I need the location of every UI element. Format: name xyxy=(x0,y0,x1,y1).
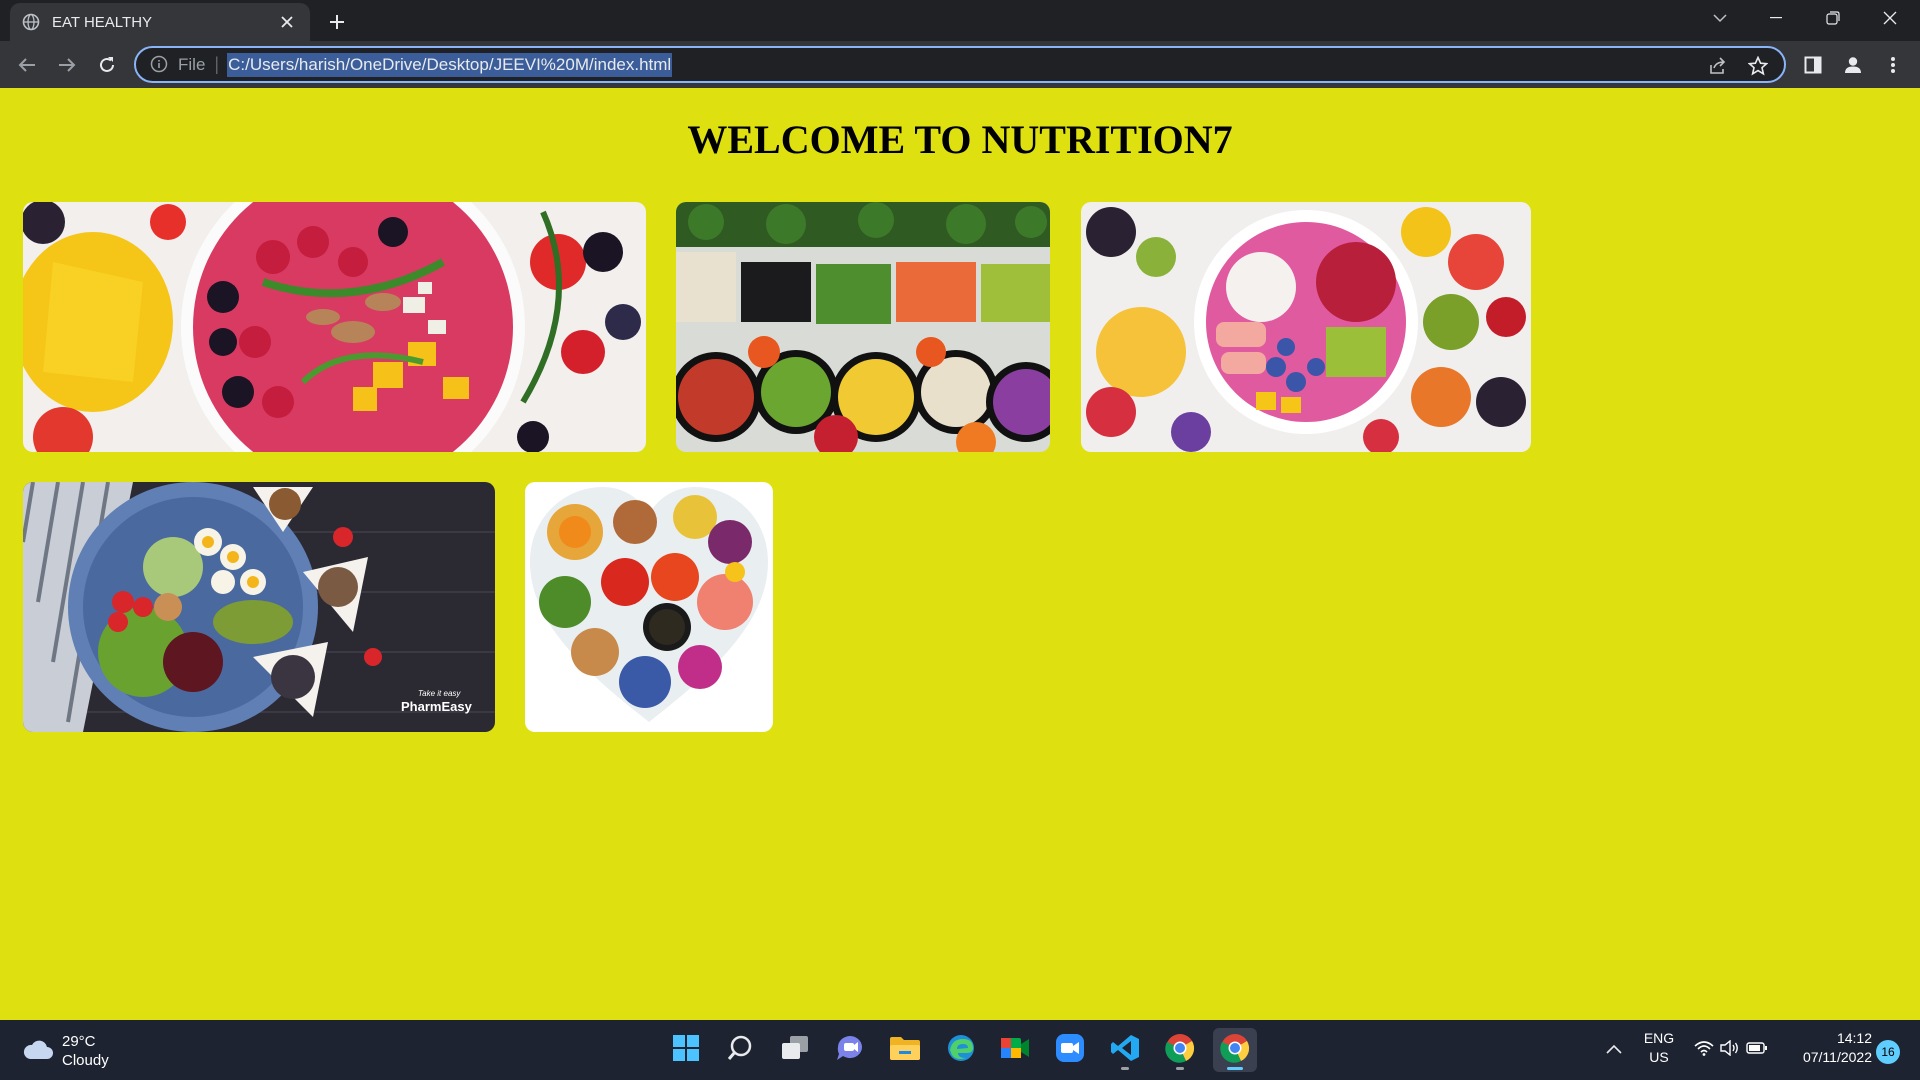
battery-icon xyxy=(1746,1041,1768,1059)
side-panel-icon[interactable] xyxy=(1797,49,1829,81)
chat-icon xyxy=(835,1034,865,1067)
restore-icon[interactable] xyxy=(1805,0,1861,36)
language-code: ENG xyxy=(1643,1030,1675,1046)
clock-time: 14:12 xyxy=(1836,1030,1872,1046)
start-icon xyxy=(672,1034,700,1067)
edge-icon xyxy=(946,1033,976,1068)
quick-settings-button[interactable] xyxy=(1688,1028,1774,1072)
minimize-icon[interactable] xyxy=(1748,0,1804,36)
browser-toolbar: File | C:/Users/harish/OneDrive/Desktop/… xyxy=(0,41,1920,88)
taskbar-search-button[interactable] xyxy=(718,1028,762,1072)
forward-arrow-icon[interactable] xyxy=(51,49,83,81)
close-window-icon[interactable] xyxy=(1862,0,1918,36)
heart-shaped-food-image xyxy=(525,482,773,732)
notification-badge[interactable]: 16 xyxy=(1876,1040,1900,1064)
meet-button[interactable] xyxy=(993,1028,1037,1072)
zoom-icon xyxy=(1055,1033,1085,1068)
show-hidden-icons-button[interactable] xyxy=(1594,1028,1634,1072)
weather-condition: Cloudy xyxy=(62,1052,109,1069)
reload-icon[interactable] xyxy=(91,49,123,81)
zoom-button[interactable] xyxy=(1048,1028,1092,1072)
smoothie-bowl-berries-image xyxy=(23,202,646,452)
tab-title: EAT HEALTHY xyxy=(52,13,153,31)
file-explorer-icon xyxy=(889,1035,921,1066)
web-page: WELCOME TO NUTRITION7 Take it easy Pharm… xyxy=(0,88,1920,1020)
active-indicator xyxy=(1227,1067,1243,1070)
running-indicator xyxy=(1121,1067,1129,1070)
start-button[interactable] xyxy=(664,1028,708,1072)
url-text[interactable]: C:/Users/harish/OneDrive/Desktop/JEEVI%2… xyxy=(227,52,673,77)
task-view-button[interactable] xyxy=(773,1028,817,1072)
file-explorer-button[interactable] xyxy=(883,1028,927,1072)
weather-widget[interactable]: 29°C Cloudy xyxy=(22,1032,109,1070)
running-indicator xyxy=(1176,1067,1184,1070)
vegetable-buffet-image xyxy=(676,202,1050,452)
search-icon xyxy=(726,1034,754,1067)
tab-search-icon[interactable] xyxy=(1692,0,1748,36)
url-scheme-label: File xyxy=(178,54,206,74)
task-view-icon xyxy=(781,1035,809,1066)
volume-icon xyxy=(1720,1039,1740,1061)
vscode-button[interactable] xyxy=(1103,1028,1147,1072)
watermark-tagline: Take it easy xyxy=(418,689,461,698)
cloud-icon xyxy=(22,1038,54,1065)
vscode-icon xyxy=(1110,1033,1140,1068)
region-code: US xyxy=(1649,1049,1669,1065)
close-tab-icon[interactable] xyxy=(276,11,298,33)
chrome-active-icon xyxy=(1220,1033,1250,1068)
profile-icon[interactable] xyxy=(1837,49,1869,81)
weather-temp: 29°C xyxy=(62,1033,96,1050)
site-info-icon[interactable] xyxy=(150,55,170,75)
chrome-active-button[interactable] xyxy=(1213,1028,1257,1072)
browser-tab[interactable]: EAT HEALTHY xyxy=(10,3,310,41)
language-indicator[interactable]: ENG US xyxy=(1636,1029,1682,1067)
clock-date: 07/11/2022 xyxy=(1802,1049,1872,1065)
share-icon[interactable] xyxy=(1706,54,1730,78)
address-bar[interactable]: File | C:/Users/harish/OneDrive/Desktop/… xyxy=(134,46,1786,83)
watermark-brand: PharmEasy xyxy=(401,699,473,714)
wifi-icon xyxy=(1694,1040,1714,1061)
chrome-button[interactable] xyxy=(1158,1028,1202,1072)
windows-taskbar: 29°C Cloudy ENG US 14:12 07/11/2022 xyxy=(0,1020,1920,1080)
meet-icon xyxy=(999,1034,1031,1067)
clock[interactable]: 14:12 07/11/2022 xyxy=(1788,1029,1872,1067)
chat-button[interactable] xyxy=(828,1028,872,1072)
back-arrow-icon[interactable] xyxy=(11,49,43,81)
menu-kebab-icon[interactable] xyxy=(1877,49,1909,81)
bookmark-star-icon[interactable] xyxy=(1746,54,1770,78)
page-title: WELCOME TO NUTRITION7 xyxy=(687,117,1233,162)
edge-button[interactable] xyxy=(939,1028,983,1072)
globe-icon xyxy=(22,13,40,31)
tab-strip: EAT HEALTHY xyxy=(0,0,1920,41)
chevron-up-icon xyxy=(1606,1041,1622,1059)
pharmeasy-salad-image: Take it easy PharmEasy xyxy=(23,482,495,732)
new-tab-button[interactable] xyxy=(322,7,352,37)
fruit-bowl-image xyxy=(1081,202,1531,452)
url-separator: | xyxy=(214,54,220,74)
chrome-icon xyxy=(1165,1033,1195,1068)
